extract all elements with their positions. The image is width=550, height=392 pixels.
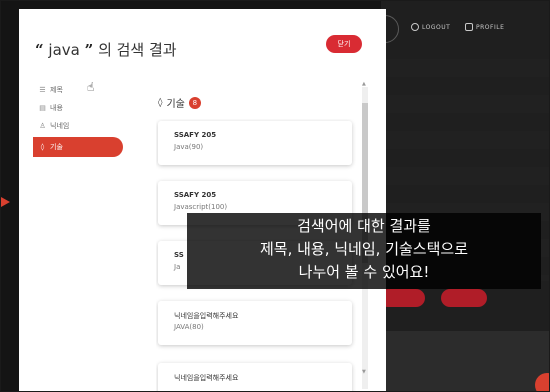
caption-line: 나누어 볼 수 있어요! <box>298 263 430 281</box>
result-title: 닉네임을입력해주세요 <box>174 374 239 382</box>
floating-action-button[interactable] <box>535 373 549 391</box>
search-results-modal: “ java ” 의 검색 결과 닫기 ☰ 제목 ☝ ▤ 내용 ♙ 닉네임 ◊ … <box>19 9 386 391</box>
search-keyword: java <box>48 41 80 59</box>
caption-overlay: 검색어에 대한 결과를 제목, 내용, 닉네임, 기술스택으로 나누어 볼 수 … <box>187 213 541 289</box>
sidebar-item-tech[interactable]: ◊ 기술 <box>33 137 123 157</box>
background-nav: LOGOUT PROFILE <box>371 15 549 43</box>
sidebar-item-label: 내용 <box>50 104 63 112</box>
result-subtitle: JAVA(80) <box>174 323 204 331</box>
result-subtitle: Java(90) <box>174 143 204 151</box>
sidebar-item-label: 기술 <box>50 143 63 151</box>
code-icon: ◊ <box>40 143 45 151</box>
result-title: 닉네임을입력해주세요 <box>174 312 239 320</box>
result-subtitle: Ja <box>174 263 181 271</box>
caption-line: 제목, 내용, 닉네임, 기술스택으로 <box>259 240 468 258</box>
sidebar-item-title[interactable]: ☰ 제목 ☝ <box>33 80 143 99</box>
result-card[interactable]: SSAFY 205 Java(90) <box>158 121 352 165</box>
sidebar-item-content[interactable]: ▤ 내용 <box>33 99 143 117</box>
logout-link[interactable]: LOGOUT <box>411 23 450 31</box>
pointer-arrow-icon <box>1 197 10 207</box>
modal-title: “ java ” 의 검색 결과 <box>35 39 177 60</box>
profile-label: PROFILE <box>476 23 505 31</box>
hand-cursor-icon: ☝ <box>87 80 95 94</box>
sidebar-item-label: 닉네임 <box>50 122 70 130</box>
caption-line: 검색어에 대한 결과를 <box>297 217 431 235</box>
code-icon: ◊ <box>158 97 163 108</box>
list-icon: ☰ <box>39 86 46 94</box>
close-button[interactable]: 닫기 <box>326 35 362 53</box>
person-icon <box>465 23 473 31</box>
profile-link[interactable]: PROFILE <box>465 23 504 31</box>
result-card[interactable]: 닉네임을입력해주세요 <box>158 363 352 391</box>
document-icon: ▤ <box>39 104 46 112</box>
result-title: SSAFY 205 <box>174 191 217 199</box>
scroll-down-icon[interactable]: ▼ <box>362 369 366 375</box>
background-footer <box>381 331 549 391</box>
result-title: SS <box>174 251 184 259</box>
background-app: LOGOUT PROFILE <box>371 1 549 391</box>
screen-frame: LOGOUT PROFILE “ java ” 의 검색 결과 닫기 ☰ 제목 … <box>0 0 550 392</box>
category-sidebar: ☰ 제목 ☝ ▤ 내용 ♙ 닉네임 ◊ 기술 <box>33 80 143 157</box>
result-card[interactable]: 닉네임을입력해주세요 JAVA(80) <box>158 301 352 345</box>
count-badge: 8 <box>188 96 201 109</box>
section-header: ◊ 기술 8 <box>158 95 201 110</box>
section-label: 기술 <box>166 99 185 110</box>
person-icon: ♙ <box>39 122 46 130</box>
logout-label: LOGOUT <box>422 23 451 31</box>
open-quote-icon: “ <box>35 41 44 59</box>
result-subtitle: Javascript(100) <box>174 203 228 211</box>
close-quote-icon: ” <box>84 41 94 59</box>
result-title: SSAFY 205 <box>174 131 217 139</box>
sidebar-item-label: 제목 <box>50 86 63 94</box>
title-suffix: 의 검색 결과 <box>98 41 177 59</box>
background-button-2[interactable] <box>441 289 487 307</box>
sidebar-item-nickname[interactable]: ♙ 닉네임 <box>33 117 143 135</box>
power-icon <box>411 23 419 31</box>
